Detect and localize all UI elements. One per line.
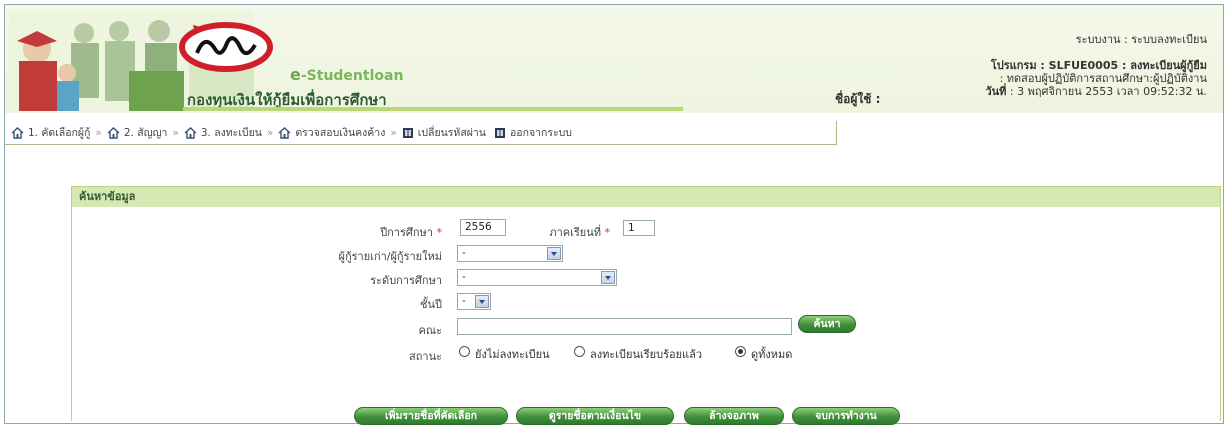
brand-studentloan-text: -Studentloan xyxy=(300,68,404,84)
term-input[interactable]: 1 xyxy=(623,220,655,236)
nav-item-check-balance[interactable]: ตรวจสอบเงินคงค้าง xyxy=(278,124,385,141)
exit-icon xyxy=(494,127,506,139)
search-panel-title: ค้นหาข้อมูล xyxy=(72,187,1220,207)
nav-item-logout[interactable]: ออกจากระบบ xyxy=(494,124,572,141)
nav-item-label: 2. สัญญา xyxy=(123,127,168,139)
faculty-input[interactable] xyxy=(457,318,792,335)
add-selected-button[interactable]: เพิ่มรายชื่อที่คัดเลือก xyxy=(354,407,508,425)
status-radio-all[interactable] xyxy=(735,346,746,357)
nav-item-label: ออกจากระบบ xyxy=(509,127,572,139)
chevron-down-icon xyxy=(601,271,615,284)
clear-screen-button[interactable]: ล้างจอภาพ xyxy=(684,407,784,425)
home-icon xyxy=(11,127,24,139)
term-label-text: ภาคเรียนที่ xyxy=(549,226,601,239)
chevron-down-icon xyxy=(475,295,489,308)
date-time: วันที่ : 3 พฤศจิกายน 2553 เวลา 09:52:32 … xyxy=(985,85,1207,98)
home-icon xyxy=(107,127,120,139)
main-nav: 1. คัดเลือกผู้กู้ » 2. สัญญา » 3. ลงทะเบ… xyxy=(5,121,837,145)
year-label: ปีการศึกษา * xyxy=(302,223,442,241)
grade-select[interactable]: - xyxy=(457,293,491,310)
system-name: ระบบงาน : ระบบลงทะเบียน xyxy=(1075,33,1207,46)
required-mark: * xyxy=(604,226,611,239)
home-icon xyxy=(184,127,197,139)
page-header: e-Studentloan กองทุนเงินให้กู้ยืมเพื่อกา… xyxy=(5,5,1223,113)
borrower-type-label: ผู้กู้รายเก่า/ผู้กู้รายใหม่ xyxy=(338,250,442,263)
nav-item-register[interactable]: 3. ลงทะเบียน xyxy=(184,124,262,141)
edu-level-value: - xyxy=(462,271,466,283)
nav-item-label: ตรวจสอบเงินคงค้าง xyxy=(295,127,386,139)
status-option-label: ยังไม่ลงทะเบียน xyxy=(475,348,550,361)
slf-logo-icon xyxy=(179,22,273,72)
status-label: สถานะ xyxy=(409,350,442,363)
home-icon xyxy=(278,127,291,139)
status-option-label: ลงทะเบียนเรียบร้อยแล้ว xyxy=(590,348,703,361)
status-radio-group: ยังไม่ลงทะเบียน ลงทะเบียนเรียบร้อยแล้ว ด… xyxy=(459,346,879,361)
nav-item-contract[interactable]: 2. สัญญา xyxy=(107,124,168,141)
brand-e-letter: e xyxy=(290,65,301,84)
nav-item-label: 1. คัดเลือกผู้กู้ xyxy=(28,127,91,139)
nav-item-change-password[interactable]: เปลี่ยนรหัสผ่าน xyxy=(402,124,486,141)
borrower-type-value: - xyxy=(462,247,466,259)
search-button[interactable]: ค้นหา xyxy=(798,315,856,333)
program-name: โปรแกรม : SLFUE0005 : ลงทะเบียนผู้กู้ยืม xyxy=(990,59,1207,72)
nav-separator: » xyxy=(266,126,274,139)
chevron-down-icon xyxy=(547,247,561,260)
faculty-label: คณะ xyxy=(418,324,442,337)
view-by-condition-button[interactable]: ดูรายชื่อตามเงื่อนไข xyxy=(516,407,674,425)
nav-item-label: 3. ลงทะเบียน xyxy=(200,127,262,139)
edu-level-label: ระดับการศึกษา xyxy=(370,274,442,287)
status-option-label: ดูทั้งหมด xyxy=(751,348,793,361)
session-info: ระบบงาน : ระบบลงทะเบียน โปรแกรม : SLFUE0… xyxy=(985,33,1207,98)
date-label: วันที่ xyxy=(985,85,1007,98)
date-value: : 3 พฤศจิกายน 2553 เวลา 09:52:32 น. xyxy=(1009,85,1207,98)
nav-separator: » xyxy=(172,126,179,139)
app-frame: e-Studentloan กองทุนเงินให้กู้ยืมเพื่อกา… xyxy=(4,4,1224,425)
program-description: : ทดสอบผู้ปฏิบัติการสถานศึกษา:ผู้ปฏิบัติ… xyxy=(999,72,1207,85)
year-label-text: ปีการศึกษา xyxy=(380,226,433,239)
nav-item-select-borrower[interactable]: 1. คัดเลือกผู้กู้ xyxy=(11,124,90,141)
status-radio-not-registered[interactable] xyxy=(459,346,470,357)
grade-label: ชั้นปี xyxy=(420,298,442,311)
exit-icon xyxy=(402,127,414,139)
nav-separator: » xyxy=(95,126,102,139)
nav-item-label: เปลี่ยนรหัสผ่าน xyxy=(417,127,486,139)
username-label: ชื่อผู้ใช้ : xyxy=(835,92,881,106)
search-panel: ค้นหาข้อมูล ปีการศึกษา * 2556 ภาคเรียนที… xyxy=(71,186,1221,425)
brand-underline xyxy=(183,107,683,111)
term-label: ภาคเรียนที่ * xyxy=(470,223,610,241)
grade-value: - xyxy=(462,295,466,307)
brand-e-studentloan: e-Studentloan xyxy=(290,65,403,84)
required-mark: * xyxy=(436,226,443,239)
status-radio-registered[interactable] xyxy=(574,346,585,357)
finish-button[interactable]: จบการทำงาน xyxy=(792,407,900,425)
edu-level-select[interactable]: - xyxy=(457,269,617,286)
nav-separator: » xyxy=(390,126,397,139)
borrower-type-select[interactable]: - xyxy=(457,245,563,262)
